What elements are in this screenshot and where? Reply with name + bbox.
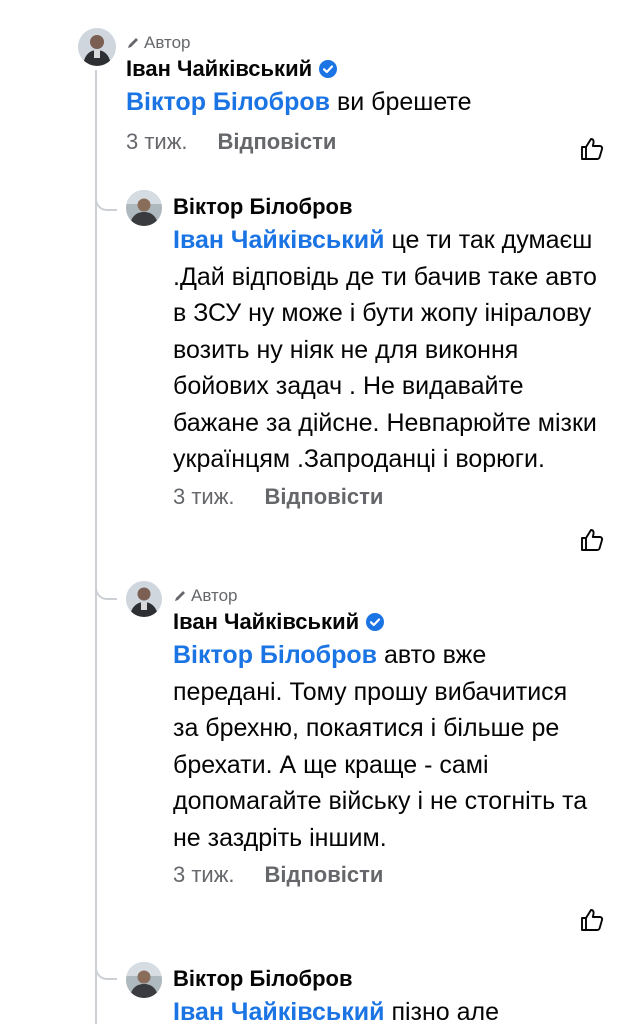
reply-button[interactable]: Відповісти (265, 484, 384, 510)
thread-line (95, 70, 97, 1024)
thumbs-up-outline-icon[interactable] (579, 907, 605, 933)
comment-time[interactable]: 3 тиж. (173, 862, 235, 888)
commenter-name[interactable]: Віктор Білобров (173, 192, 353, 222)
commenter-name[interactable]: Іван Чайківський (173, 607, 359, 637)
verified-badge-icon (366, 613, 385, 631)
comment-body: пізно але (384, 998, 500, 1026)
author-tag: Автор (126, 32, 626, 54)
avatar[interactable] (126, 962, 162, 998)
comment: Віктор Білобров Іван Чайківський це ти т… (173, 192, 613, 510)
comment-text: Віктор Білобров авто вже передані. Тому … (173, 637, 593, 856)
mention-link[interactable]: Іван Чайківський (173, 998, 385, 1026)
comment-time[interactable]: 3 тиж. (173, 484, 235, 510)
comment-body: авто вже передані. Тому прошу вибачитися… (173, 641, 588, 852)
avatar[interactable] (78, 28, 116, 66)
mention-link[interactable]: Віктор Білобров (126, 88, 330, 116)
commenter-name[interactable]: Віктор Білобров (173, 964, 353, 994)
reply-button[interactable]: Відповісти (218, 129, 337, 155)
thread-branch (95, 195, 117, 211)
pen-icon (128, 38, 138, 48)
avatar[interactable] (126, 190, 162, 226)
comment-time[interactable]: 3 тиж. (126, 129, 188, 155)
reply-button[interactable]: Відповісти (265, 862, 384, 888)
thumbs-up-outline-icon[interactable] (579, 136, 605, 162)
comment: Автор Іван Чайківський Віктор Білобров а… (173, 585, 613, 888)
avatar-photo (78, 28, 116, 66)
avatar-photo (126, 190, 162, 226)
thread-branch (95, 584, 117, 600)
comment-text: Іван Чайківський пізно але (173, 994, 613, 1031)
thread-branch (95, 964, 117, 980)
avatar-photo (126, 581, 162, 617)
author-tag-label: Автор (191, 586, 238, 605)
comment-body: ви брешете (330, 88, 472, 116)
author-tag-label: Автор (144, 33, 191, 52)
comment-body: це ти так думаєш .Дай відповідь де ти ба… (173, 226, 597, 473)
pen-icon (175, 591, 185, 601)
verified-badge-icon (319, 60, 338, 78)
mention-link[interactable]: Іван Чайківський (173, 226, 385, 254)
mention-link[interactable]: Віктор Білобров (173, 641, 377, 669)
comment-text: Іван Чайківський це ти так думаєш .Дай в… (173, 222, 613, 478)
avatar-photo (126, 962, 162, 998)
comment: Віктор Білобров Іван Чайківський пізно а… (173, 964, 613, 1031)
author-tag: Автор (173, 585, 613, 607)
commenter-name[interactable]: Іван Чайківський (126, 54, 312, 84)
comment: Автор Іван Чайківський Віктор Білобров в… (126, 32, 626, 155)
thumbs-up-outline-icon[interactable] (579, 527, 605, 553)
comment-text: Віктор Білобров ви брешете (126, 84, 626, 121)
avatar[interactable] (126, 581, 162, 617)
